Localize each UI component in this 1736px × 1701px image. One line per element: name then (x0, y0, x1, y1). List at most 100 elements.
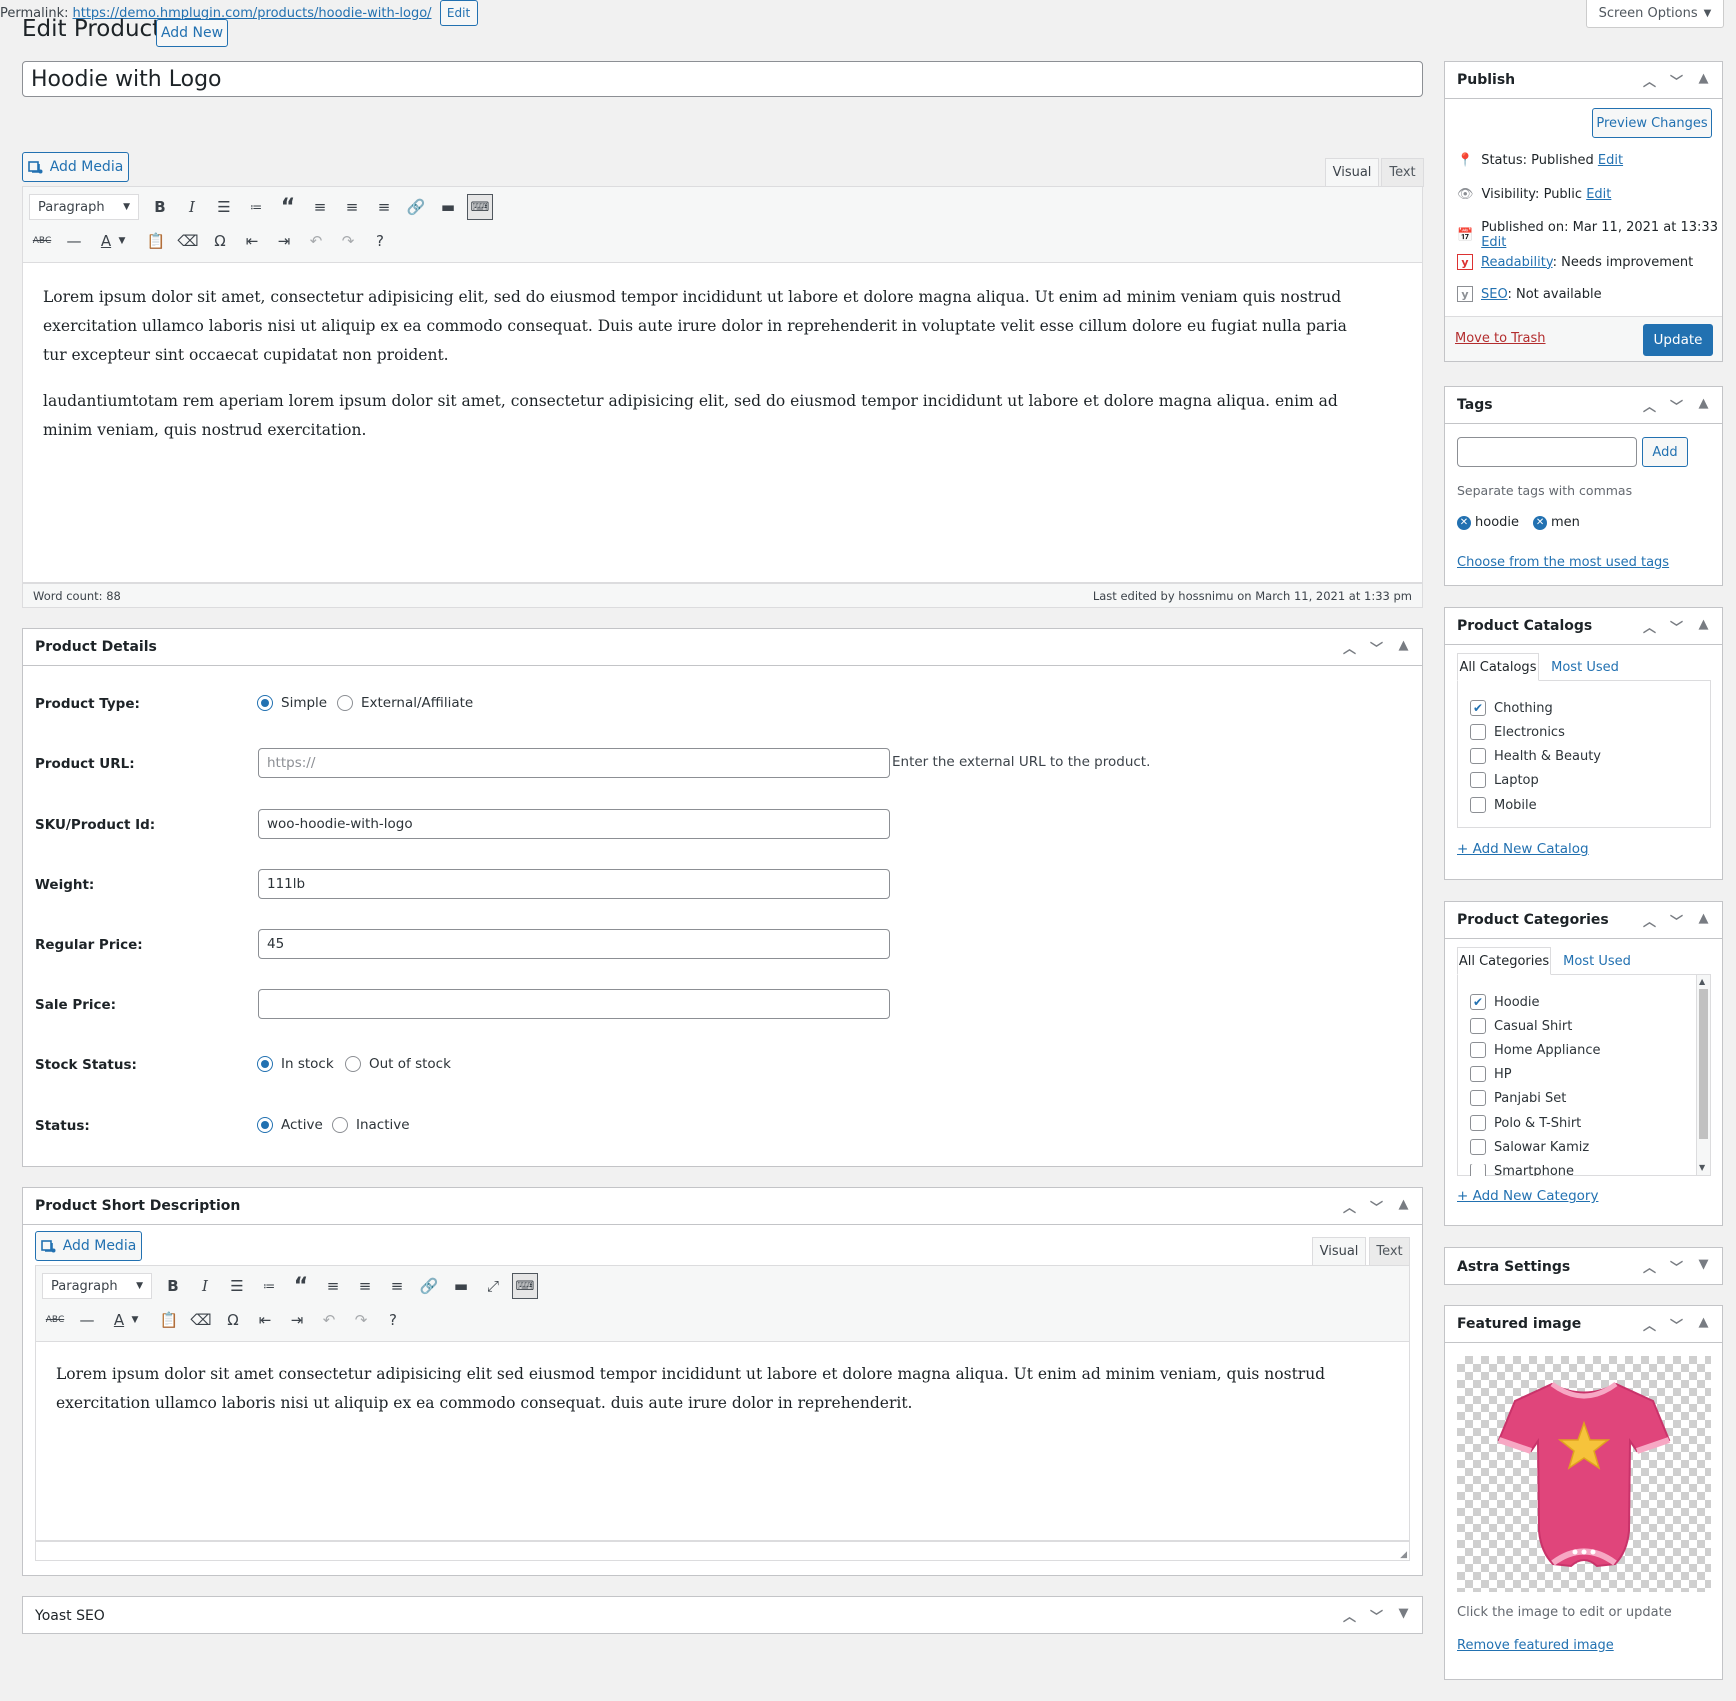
indent-icon[interactable]: ⇥ (284, 1307, 310, 1333)
tab-all-catalogs[interactable]: All Catalogs (1457, 653, 1539, 681)
add-new-button[interactable]: Add New (156, 19, 228, 47)
toggle-panel-icon[interactable]: ▲ (1397, 1197, 1410, 1216)
add-media-button[interactable]: Add Media (35, 1231, 142, 1261)
tab-most-used-categories[interactable]: Most Used (1557, 947, 1637, 975)
type-simple-radio[interactable]: Simple (257, 695, 327, 711)
align-right-icon[interactable]: ≡ (371, 194, 397, 220)
category-item[interactable]: Salowar Kamiz (1470, 1139, 1589, 1155)
catalog-item[interactable]: Health & Beauty (1470, 748, 1601, 764)
move-down-icon[interactable]: ﹀ (1670, 617, 1683, 636)
strikethrough-icon[interactable]: ABC (42, 1307, 68, 1333)
category-item[interactable]: Home Appliance (1470, 1042, 1601, 1058)
tab-text[interactable]: Text (1381, 158, 1424, 187)
toggle-panel-icon[interactable]: ▼ (1697, 1257, 1710, 1276)
add-tag-button[interactable]: Add (1642, 437, 1688, 467)
special-character-icon[interactable]: Ω (220, 1307, 246, 1333)
catalog-item[interactable]: Mobile (1470, 797, 1537, 813)
radio-button[interactable] (257, 695, 273, 711)
read-more-icon[interactable]: ▬ (448, 1273, 474, 1299)
undo-icon[interactable]: ↶ (303, 228, 329, 254)
align-left-icon[interactable]: ≡ (307, 194, 333, 220)
scroll-down-icon[interactable]: ▼ (1699, 1163, 1705, 1172)
paste-text-icon[interactable]: 📋 (143, 228, 169, 254)
tab-visual[interactable]: Visual (1312, 1237, 1366, 1266)
move-down-icon[interactable]: ﹀ (1670, 71, 1683, 90)
readability-link[interactable]: Readability (1481, 255, 1553, 270)
tab-visual[interactable]: Visual (1325, 158, 1379, 187)
screen-options-button[interactable]: Screen Options ▼ (1586, 0, 1724, 28)
seo-link[interactable]: SEO (1481, 287, 1507, 302)
catalog-item[interactable]: Electronics (1470, 724, 1565, 740)
checkbox[interactable] (1470, 1139, 1486, 1155)
toggle-panel-icon[interactable]: ▲ (1697, 1315, 1710, 1334)
inactive-radio[interactable]: Inactive (332, 1117, 410, 1133)
help-icon[interactable]: ? (380, 1307, 406, 1333)
move-up-icon[interactable]: ︿ (1343, 638, 1356, 657)
featured-image[interactable] (1457, 1356, 1711, 1592)
remove-featured-image-link[interactable]: Remove featured image (1457, 1638, 1614, 1653)
post-title-input[interactable]: Hoodie with Logo (22, 61, 1423, 97)
toggle-panel-icon[interactable]: ▲ (1697, 617, 1710, 636)
help-icon[interactable]: ? (367, 228, 393, 254)
tab-most-used-catalogs[interactable]: Most Used (1545, 653, 1625, 681)
outdent-icon[interactable]: ⇤ (252, 1307, 278, 1333)
category-item[interactable]: Panjabi Set (1470, 1090, 1566, 1106)
text-color-caret-icon[interactable]: ▼ (115, 228, 129, 254)
preview-changes-button[interactable]: Preview Changes (1592, 108, 1712, 138)
italic-icon[interactable]: I (179, 194, 205, 220)
numbered-list-icon[interactable]: ≔ (256, 1273, 282, 1299)
blockquote-icon[interactable]: “ (288, 1273, 314, 1299)
checkbox[interactable] (1470, 1090, 1486, 1106)
move-down-icon[interactable]: ﹀ (1370, 638, 1383, 657)
permalink-edit-button[interactable]: Edit (439, 0, 478, 26)
move-up-icon[interactable]: ︿ (1343, 1606, 1356, 1625)
radio-button[interactable] (345, 1056, 361, 1072)
radio-button[interactable] (257, 1117, 273, 1133)
postbox-header[interactable]: Astra Settings ︿ ﹀ ▼ (1445, 1248, 1722, 1285)
bullet-list-icon[interactable]: ☰ (224, 1273, 250, 1299)
move-up-icon[interactable]: ︿ (1643, 1315, 1656, 1334)
checkbox[interactable] (1470, 1018, 1486, 1034)
indent-icon[interactable]: ⇥ (271, 228, 297, 254)
fullscreen-icon[interactable]: ⤢ (480, 1273, 506, 1299)
remove-tag-icon[interactable]: ✕ (1533, 515, 1548, 530)
clear-formatting-icon[interactable]: ⌫ (175, 228, 201, 254)
special-character-icon[interactable]: Ω (207, 228, 233, 254)
toggle-panel-icon[interactable]: ▲ (1397, 638, 1410, 657)
paste-text-icon[interactable]: 📋 (156, 1307, 182, 1333)
checkbox[interactable] (1470, 748, 1486, 764)
in-stock-radio[interactable]: In stock (257, 1056, 334, 1072)
status-edit-link[interactable]: Edit (1598, 153, 1623, 168)
checkbox[interactable] (1470, 1066, 1486, 1082)
sku-input[interactable]: woo-hoodie-with-logo (258, 809, 890, 839)
move-down-icon[interactable]: ﹀ (1370, 1606, 1383, 1625)
visibility-edit-link[interactable]: Edit (1586, 187, 1611, 202)
catalog-item[interactable]: ✔ Chothing (1470, 700, 1553, 716)
weight-input[interactable]: 111lb (258, 869, 890, 899)
move-down-icon[interactable]: ﹀ (1370, 1197, 1383, 1216)
horizontal-line-icon[interactable]: — (74, 1307, 100, 1333)
text-color-caret-icon[interactable]: ▼ (128, 1307, 142, 1333)
checkbox[interactable] (1470, 797, 1486, 813)
scrollbar-thumb[interactable] (1699, 989, 1708, 1139)
toggle-panel-icon[interactable]: ▲ (1697, 396, 1710, 415)
category-item[interactable]: HP (1470, 1066, 1512, 1082)
move-down-icon[interactable]: ﹀ (1670, 1315, 1683, 1334)
scroll-up-icon[interactable]: ▲ (1699, 977, 1705, 986)
radio-button[interactable] (257, 1056, 273, 1072)
category-item[interactable]: Casual Shirt (1470, 1018, 1572, 1034)
tab-text[interactable]: Text (1369, 1237, 1410, 1266)
category-item[interactable]: ✔ Hoodie (1470, 994, 1540, 1010)
checkbox[interactable] (1470, 772, 1486, 788)
link-icon[interactable]: 🔗 (416, 1273, 442, 1299)
toggle-panel-icon[interactable]: ▲ (1697, 911, 1710, 930)
short-description-content[interactable]: Lorem ipsum dolor sit amet consectetur a… (35, 1341, 1410, 1541)
published-edit-link[interactable]: Edit (1481, 235, 1506, 250)
category-item[interactable]: Smartphone (1470, 1164, 1574, 1176)
active-radio[interactable]: Active (257, 1117, 323, 1133)
checkbox[interactable] (1470, 724, 1486, 740)
align-center-icon[interactable]: ≡ (352, 1273, 378, 1299)
type-external-radio[interactable]: External/Affiliate (337, 695, 473, 711)
category-item[interactable]: Polo & T-Shirt (1470, 1115, 1581, 1131)
format-select[interactable]: Paragraph ▼ (29, 194, 139, 220)
